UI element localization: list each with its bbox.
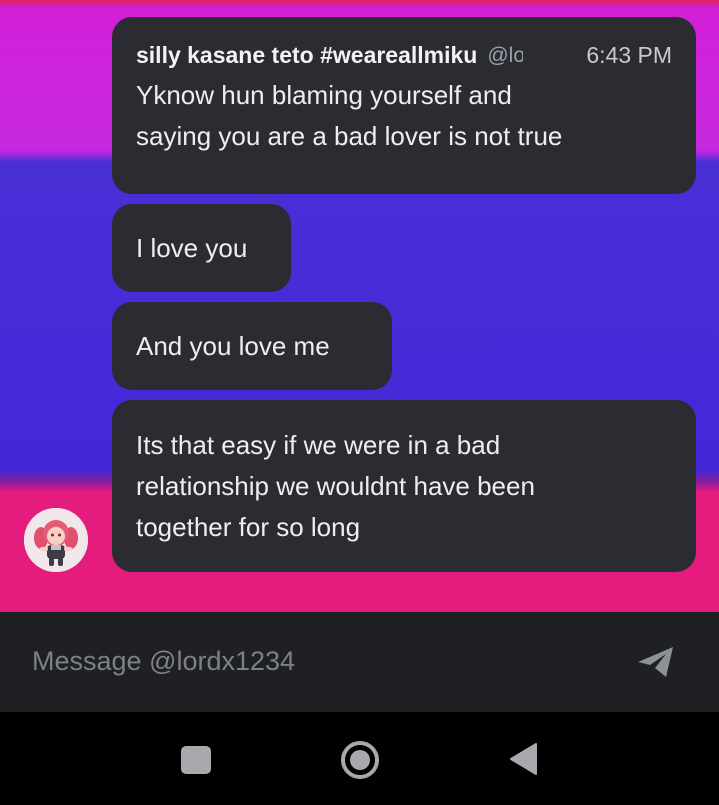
message-input[interactable] [32,638,612,684]
message-composer [0,612,719,712]
avatar[interactable] [24,508,88,572]
message-text: relationship we wouldnt have been [136,471,535,501]
message-bubble[interactable]: Its that easy if we were in a bad relati… [112,400,696,572]
system-navigation-bar [0,712,719,805]
message-bubble[interactable]: And you love me [112,302,392,390]
message-bubble[interactable]: silly kasane teto #weareallmiku @lordx12… [112,17,696,194]
sender-name[interactable]: silly kasane teto #weareallmiku [136,35,477,76]
circle-icon[interactable] [340,740,380,780]
square-icon[interactable] [181,746,211,774]
message-timestamp: 6:43 PM [586,41,672,68]
message-text: together for so long [136,512,361,542]
message-text: Yknow hun blaming yourself and [136,80,512,110]
message-text: I love you [136,233,248,263]
message-text: Its that easy if we were in a bad [136,430,501,460]
message-text: And you love me [136,331,330,361]
message-header: silly kasane teto #weareallmiku @lordx12… [136,35,672,75]
message-text: saying you are a bad lover is not true [136,121,563,151]
chat-background: silly kasane teto #weareallmiku @lordx12… [0,0,719,612]
message-bubble[interactable]: I love you [112,204,291,292]
sender-handle: @lordx1234 [487,43,524,67]
avatar-character-icon [24,508,88,572]
triangle-back-icon[interactable] [508,742,538,776]
send-icon[interactable] [636,644,676,680]
